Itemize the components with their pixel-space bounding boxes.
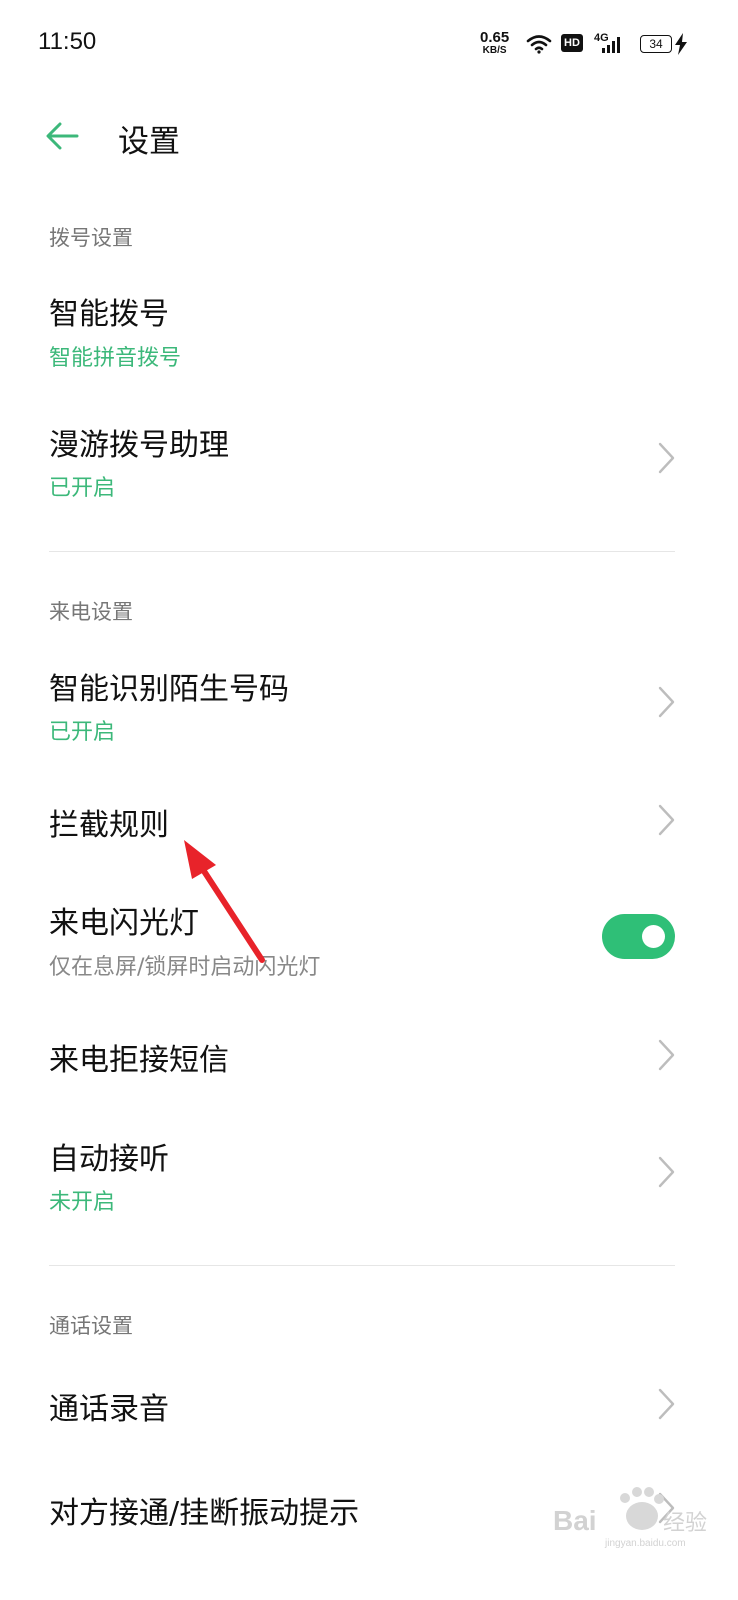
chevron-right-icon <box>658 804 675 836</box>
status-bar: 11:50 0.65 KB/S HD 4G 34 <box>0 0 738 90</box>
wifi-icon <box>526 35 552 54</box>
svg-text:Bai: Bai <box>553 1505 597 1536</box>
smart-dial-title: 智能拨号 <box>49 297 169 332</box>
status-time: 11:50 <box>38 28 97 55</box>
section-call-settings: 通话设置 <box>49 1314 133 1338</box>
chevron-right-icon <box>658 1156 675 1188</box>
chevron-right-icon <box>658 1388 675 1420</box>
call-recording-title: 通话录音 <box>49 1392 169 1427</box>
roaming-dial-title: 漫游拨号助理 <box>49 428 229 463</box>
call-flash-toggle[interactable] <box>602 914 675 959</box>
auto-answer-title: 自动接听 <box>49 1142 169 1177</box>
roaming-dial-status: 已开启 <box>49 476 116 501</box>
block-rules-title: 拦截规则 <box>49 808 169 843</box>
charging-icon <box>675 33 687 55</box>
svg-text:jingyan.baidu.com: jingyan.baidu.com <box>604 1538 686 1548</box>
signal-icon <box>602 37 620 53</box>
section-incoming-settings: 来电设置 <box>49 600 133 624</box>
hd-icon: HD <box>561 34 583 52</box>
smart-identify-status: 已开启 <box>49 720 116 745</box>
divider <box>49 1265 675 1266</box>
section-dial-settings: 拨号设置 <box>49 226 133 250</box>
battery-level: 34 <box>640 35 672 53</box>
toggle-knob <box>642 925 665 948</box>
chevron-right-icon <box>658 1039 675 1071</box>
net-speed: 0.65 KB/S <box>480 30 509 56</box>
vibration-alert-title: 对方接通/挂断振动提示 <box>49 1496 360 1531</box>
smart-identify-title: 智能识别陌生号码 <box>49 672 289 707</box>
baidu-watermark-logo: Bai 经验 jingyan.baidu.com <box>553 1487 707 1548</box>
svg-text:经验: 经验 <box>663 1511 707 1536</box>
page-title: 设置 <box>118 124 180 160</box>
chevron-right-icon <box>658 686 675 718</box>
auto-answer-status: 未开启 <box>49 1190 116 1215</box>
divider <box>49 551 675 552</box>
reject-sms-title: 来电拒接短信 <box>49 1043 229 1078</box>
smart-dial-value: 智能拼音拨号 <box>49 346 182 371</box>
net-speed-value: 0.65 <box>480 29 510 46</box>
chevron-right-icon <box>658 442 675 474</box>
back-arrow-icon[interactable] <box>44 118 80 154</box>
net-speed-unit: KB/S <box>482 45 507 56</box>
annotation-arrow-icon <box>184 840 265 963</box>
